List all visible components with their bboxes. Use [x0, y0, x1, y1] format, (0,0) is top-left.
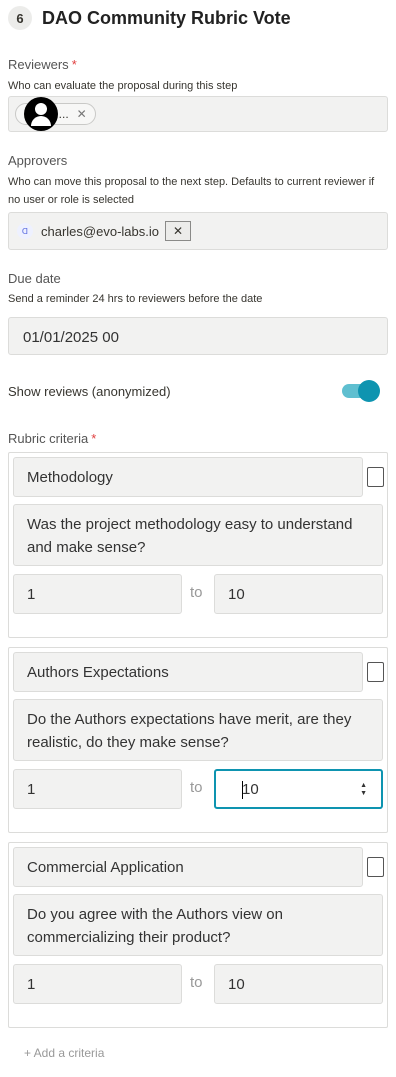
- due-date-value: 01/01/2025 00: [23, 329, 119, 346]
- criteria-checkbox[interactable]: [367, 662, 384, 682]
- dao-logo-icon: ꓷ: [17, 223, 33, 239]
- range-to-label: to: [190, 584, 203, 601]
- step-header: 6 DAO Community Rubric Vote: [8, 6, 291, 30]
- criteria-min-input[interactable]: 1: [13, 574, 182, 614]
- reviewers-field[interactable]: All ... ✕: [8, 96, 388, 132]
- criteria-name-input[interactable]: Commercial Application: [13, 847, 363, 887]
- show-reviews-label: Show reviews (anonymized): [8, 384, 171, 399]
- criteria-card: Methodology Was the project methodology …: [8, 452, 388, 638]
- approvers-hint: Who can move this proposal to the next s…: [8, 176, 375, 206]
- approver-email: charles@evo-labs.io: [41, 223, 159, 239]
- step-number-badge: 6: [8, 6, 32, 30]
- criteria-max-input[interactable]: 10 ▲ ▼: [214, 769, 383, 809]
- criteria-card: Commercial Application Do you agree with…: [8, 842, 388, 1028]
- criteria-max-input[interactable]: 10: [214, 964, 383, 1004]
- criteria-name-input[interactable]: Methodology: [13, 457, 363, 497]
- remove-approver-button[interactable]: ✕: [164, 221, 191, 241]
- approver-item: ꓷ charles@evo-labs.io ✕: [17, 221, 191, 241]
- range-to-label: to: [190, 779, 203, 796]
- reviewers-label: Reviewers *: [8, 57, 77, 72]
- criteria-question-input[interactable]: Do the Authors expectations have merit, …: [13, 699, 383, 761]
- step-title: DAO Community Rubric Vote: [42, 7, 291, 28]
- range-to-label: to: [190, 974, 203, 991]
- criteria-question-input[interactable]: Was the project methodology easy to unde…: [13, 504, 383, 566]
- criteria-question-input[interactable]: Do you agree with the Authors view on co…: [13, 894, 383, 956]
- criteria-min-input[interactable]: 1: [13, 769, 182, 809]
- required-mark: *: [91, 431, 97, 446]
- show-reviews-toggle[interactable]: [342, 380, 380, 402]
- rubric-label: Rubric criteria *: [8, 431, 97, 446]
- number-spinner-icon[interactable]: ▲ ▼: [360, 782, 367, 798]
- required-mark: *: [71, 57, 77, 72]
- close-icon[interactable]: ✕: [77, 107, 87, 121]
- due-date-hint: Send a reminder 24 hrs to reviewers befo…: [8, 293, 263, 305]
- criteria-checkbox[interactable]: [367, 857, 384, 877]
- approvers-label: Approvers: [8, 153, 68, 168]
- criteria-name-input[interactable]: Authors Expectations: [13, 652, 363, 692]
- criteria-min-input[interactable]: 1: [13, 964, 182, 1004]
- avatar-icon: [24, 97, 58, 131]
- due-date-label: Due date: [8, 271, 61, 286]
- add-criteria-button[interactable]: + Add a criteria: [24, 1046, 104, 1060]
- criteria-card: Authors Expectations Do the Authors expe…: [8, 647, 388, 833]
- criteria-checkbox[interactable]: [367, 467, 384, 487]
- reviewers-hint: Who can evaluate the proposal during thi…: [8, 80, 238, 92]
- approvers-field[interactable]: ꓷ charles@evo-labs.io ✕: [8, 212, 388, 250]
- due-date-input[interactable]: 01/01/2025 00: [8, 317, 388, 355]
- criteria-max-input[interactable]: 10: [214, 574, 383, 614]
